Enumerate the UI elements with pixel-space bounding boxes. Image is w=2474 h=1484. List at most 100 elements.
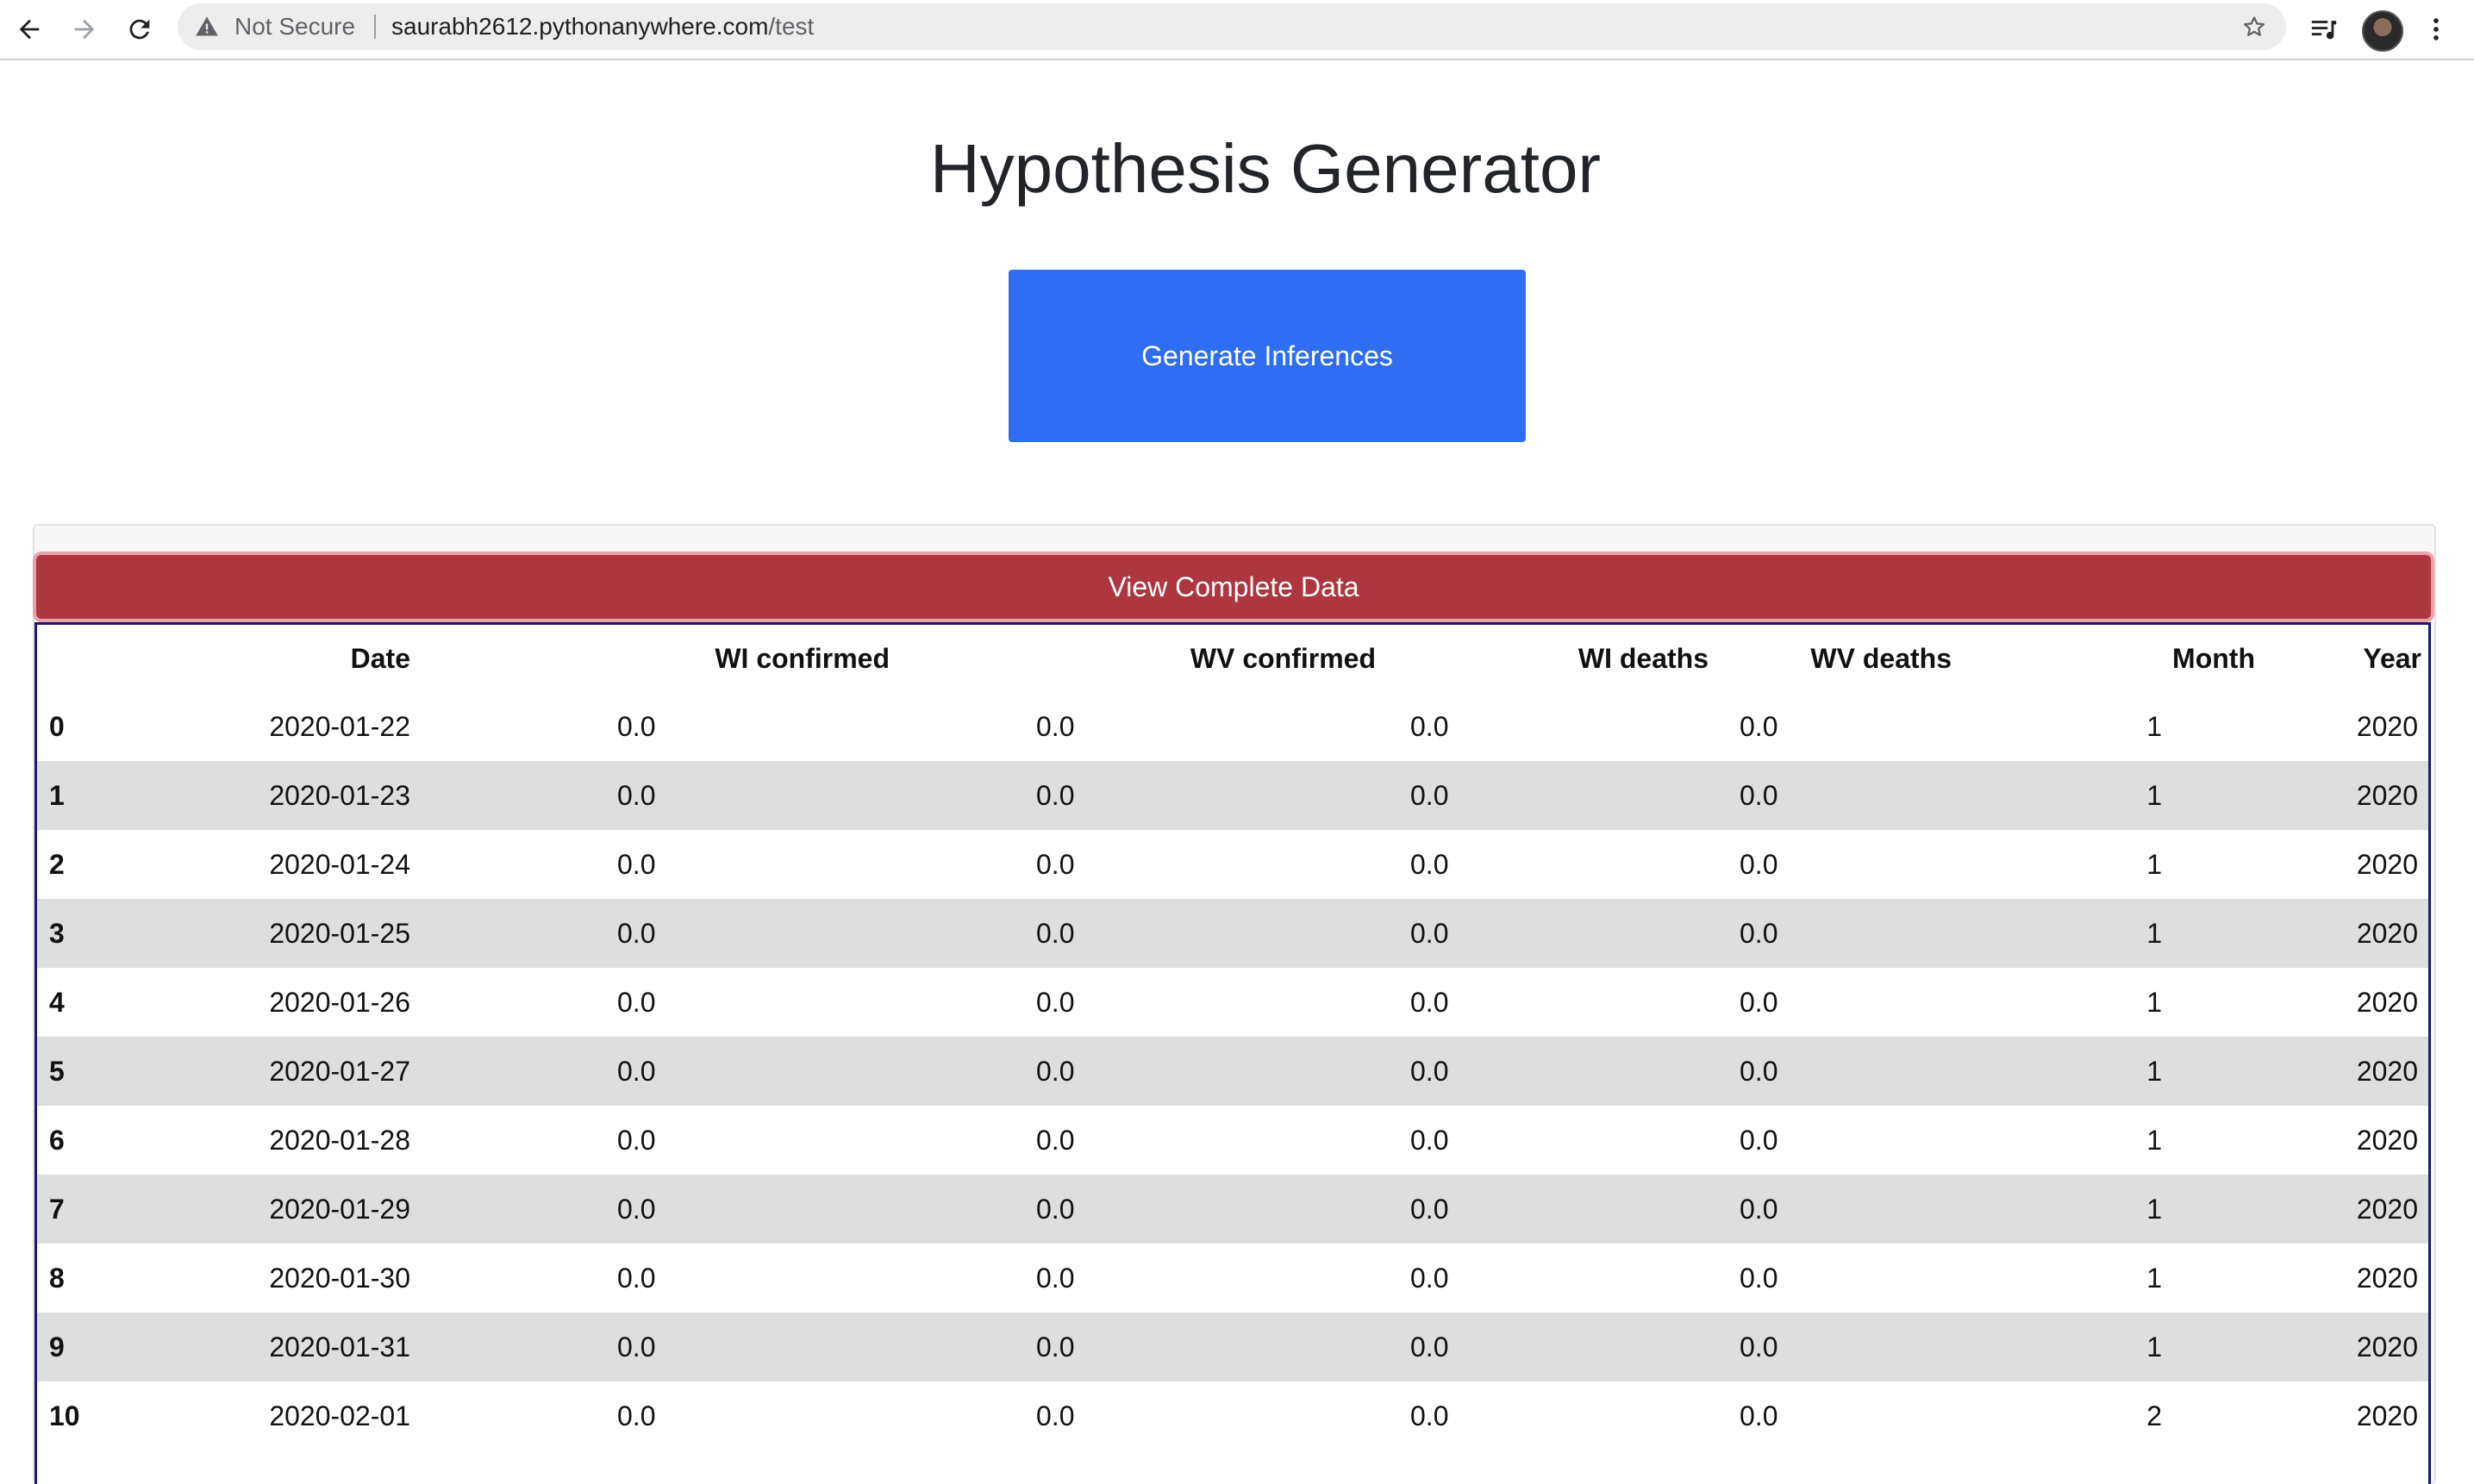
row-index: 9 bbox=[37, 1313, 257, 1381]
month-cell: 1 bbox=[2064, 1175, 2271, 1244]
row-index: 4 bbox=[49, 986, 65, 1018]
row-index: 5 bbox=[37, 1037, 257, 1106]
table-row: 1 2020-01-23 0.0 0.0 0.0 0.0 1 2020 bbox=[37, 761, 2428, 830]
wv-deaths-cell: 0.0 bbox=[1721, 899, 2064, 968]
table-row: 7 2020-01-29 0.0 0.0 0.0 0.0 1 2020 bbox=[37, 1175, 2428, 1244]
view-complete-data-button[interactable]: View Complete Data bbox=[33, 552, 2434, 622]
table-row: 0 2020-01-22 0.0 0.0 0.0 0.0 1 2020 bbox=[37, 692, 2428, 761]
url-text[interactable]: saurabh2612.pythonanywhere.com/test bbox=[391, 3, 814, 50]
column-header-wv-deaths: WV deaths bbox=[1810, 642, 1952, 674]
column-header-month: Month bbox=[2172, 642, 2255, 674]
table-row: 3 2020-01-25 0.0 0.0 0.0 0.0 1 2020 bbox=[37, 899, 2428, 968]
year-cell: 2020 bbox=[2271, 1313, 2428, 1381]
table-row: 6 2020-01-28 0.0 0.0 0.0 0.0 1 2020 bbox=[37, 1106, 2428, 1175]
wi-confirmed-cell: 0.0 bbox=[617, 986, 656, 1018]
wv-confirmed-cell: 0.0 bbox=[1036, 986, 1075, 1018]
wv-deaths-cell: 0.0 bbox=[1740, 848, 1778, 880]
year-cell: 2020 bbox=[2356, 1400, 2418, 1431]
table-row: 5 2020-01-27 0.0 0.0 0.0 0.0 1 2020 bbox=[37, 1037, 2428, 1106]
date-cell: 2020-01-26 bbox=[269, 986, 410, 1018]
month-cell: 1 bbox=[2146, 986, 2162, 1018]
year-cell: 2020 bbox=[2271, 761, 2428, 830]
month-cell: 1 bbox=[2064, 761, 2271, 830]
row-index: 8 bbox=[49, 1262, 65, 1294]
forward-arrow-icon[interactable] bbox=[62, 7, 107, 52]
wv-deaths-cell: 0.0 bbox=[1740, 1400, 1778, 1431]
security-label[interactable]: Not Secure bbox=[234, 3, 355, 50]
year-cell: 2020 bbox=[2356, 848, 2418, 880]
year-cell: 2020 bbox=[2271, 1175, 2428, 1244]
month-cell: 1 bbox=[2146, 710, 2162, 742]
table-row: 8 2020-01-30 0.0 0.0 0.0 0.0 1 2020 bbox=[37, 1244, 2428, 1313]
date-cell: 2020-01-25 bbox=[257, 899, 598, 968]
wi-confirmed-cell: 0.0 bbox=[617, 848, 656, 880]
wi-deaths-cell: 0.0 bbox=[1391, 1313, 1721, 1381]
more-menu-icon[interactable] bbox=[2417, 10, 2455, 48]
row-index: 6 bbox=[49, 1124, 65, 1156]
month-cell: 1 bbox=[2064, 1313, 2271, 1381]
row-index: 10 bbox=[49, 1400, 80, 1431]
wv-deaths-cell: 0.0 bbox=[1740, 986, 1778, 1018]
year-cell: 2020 bbox=[2271, 899, 2428, 968]
wv-confirmed-cell: 0.0 bbox=[1017, 1175, 1391, 1244]
star-icon[interactable] bbox=[2241, 14, 2267, 40]
wi-deaths-cell: 0.0 bbox=[1391, 1175, 1721, 1244]
wv-deaths-cell: 0.0 bbox=[1721, 761, 2064, 830]
profile-avatar[interactable] bbox=[2362, 10, 2403, 52]
wi-confirmed-cell: 0.0 bbox=[598, 1037, 1017, 1106]
wi-deaths-cell: 0.0 bbox=[1391, 761, 1721, 830]
row-index: 2 bbox=[49, 848, 65, 880]
date-cell: 2020-01-27 bbox=[257, 1037, 598, 1106]
wi-deaths-cell: 0.0 bbox=[1410, 1124, 1449, 1156]
wi-confirmed-cell: 0.0 bbox=[598, 1175, 1017, 1244]
url-path: /test bbox=[768, 13, 815, 40]
wv-deaths-cell: 0.0 bbox=[1721, 1313, 2064, 1381]
browser-toolbar: Not Secure saurabh2612.pythonanywhere.co… bbox=[0, 0, 2474, 60]
row-index: 7 bbox=[37, 1175, 257, 1244]
year-cell: 2020 bbox=[2356, 1262, 2418, 1294]
data-table-container[interactable]: Date WI confirmed WV confirmed WI deaths… bbox=[34, 622, 2431, 1484]
wi-deaths-cell: 0.0 bbox=[1410, 848, 1449, 880]
reload-icon[interactable] bbox=[117, 7, 162, 52]
wv-deaths-cell: 0.0 bbox=[1740, 710, 1778, 742]
month-cell: 2 bbox=[2146, 1400, 2162, 1431]
data-table: Date WI confirmed WV confirmed WI deaths… bbox=[37, 625, 2428, 1450]
date-cell: 2020-02-01 bbox=[269, 1400, 410, 1431]
column-header-wv-confirmed: WV confirmed bbox=[1190, 642, 1376, 674]
wi-confirmed-cell: 0.0 bbox=[598, 899, 1017, 968]
date-cell: 2020-01-29 bbox=[257, 1175, 598, 1244]
table-row: 4 2020-01-26 0.0 0.0 0.0 0.0 1 2020 bbox=[37, 968, 2428, 1037]
wi-deaths-cell: 0.0 bbox=[1410, 710, 1449, 742]
warning-icon bbox=[196, 16, 218, 36]
wi-deaths-cell: 0.0 bbox=[1391, 899, 1721, 968]
wv-confirmed-cell: 0.0 bbox=[1017, 1313, 1391, 1381]
wv-confirmed-cell: 0.0 bbox=[1036, 1400, 1075, 1431]
back-arrow-icon[interactable] bbox=[7, 7, 52, 52]
wv-confirmed-cell: 0.0 bbox=[1036, 1124, 1075, 1156]
year-cell: 2020 bbox=[2356, 986, 2418, 1018]
table-header-row: Date WI confirmed WV confirmed WI deaths… bbox=[37, 625, 2428, 692]
wi-confirmed-cell: 0.0 bbox=[598, 761, 1017, 830]
month-cell: 1 bbox=[2064, 899, 2271, 968]
wv-confirmed-cell: 0.0 bbox=[1036, 848, 1075, 880]
date-cell: 2020-01-31 bbox=[257, 1313, 598, 1381]
date-cell: 2020-01-23 bbox=[257, 761, 598, 830]
year-cell: 2020 bbox=[2271, 1037, 2428, 1106]
date-cell: 2020-01-30 bbox=[269, 1262, 410, 1294]
generate-inferences-button[interactable]: Generate Inferences bbox=[1009, 270, 1526, 442]
column-header-year: Year bbox=[2363, 642, 2421, 674]
reading-list-icon[interactable] bbox=[2305, 10, 2343, 48]
omnibox-divider bbox=[374, 15, 376, 39]
row-index: 3 bbox=[37, 899, 257, 968]
wv-confirmed-cell: 0.0 bbox=[1017, 1037, 1391, 1106]
wv-confirmed-cell: 0.0 bbox=[1036, 1262, 1075, 1294]
wv-deaths-cell: 0.0 bbox=[1740, 1124, 1778, 1156]
wi-confirmed-cell: 0.0 bbox=[617, 710, 656, 742]
wv-deaths-cell: 0.0 bbox=[1740, 1262, 1778, 1294]
table-row: 9 2020-01-31 0.0 0.0 0.0 0.0 1 2020 bbox=[37, 1313, 2428, 1381]
column-header-index bbox=[37, 625, 257, 692]
page-title: Hypothesis Generator bbox=[929, 130, 1602, 207]
wi-deaths-cell: 0.0 bbox=[1391, 1037, 1721, 1106]
wi-deaths-cell: 0.0 bbox=[1410, 986, 1449, 1018]
address-bar[interactable]: Not Secure saurabh2612.pythonanywhere.co… bbox=[178, 3, 2286, 50]
